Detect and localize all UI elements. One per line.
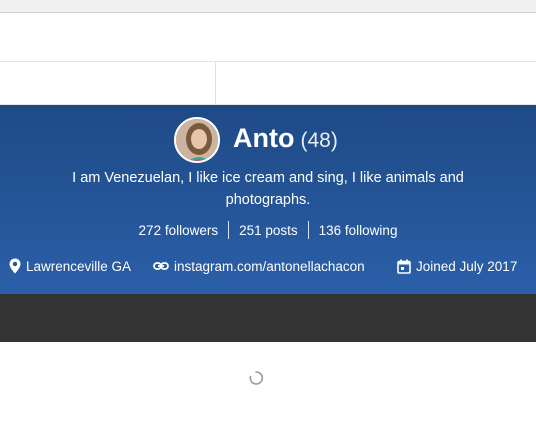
joined-item: Joined July 2017 <box>397 259 517 274</box>
profile-count: (48) <box>300 129 338 152</box>
loading-spinner-icon <box>248 370 264 386</box>
profile-header: Anto (48) I am Venezuelan, I like ice cre… <box>0 105 536 294</box>
browser-top-strip <box>0 0 536 13</box>
posts-link[interactable]: 251 posts <box>229 223 308 238</box>
avatar[interactable] <box>174 117 220 163</box>
top-header-bar <box>0 13 536 62</box>
link-icon <box>153 261 169 271</box>
dark-tab-bar <box>0 294 536 342</box>
location-text: Lawrenceville GA <box>26 258 132 274</box>
link-item[interactable]: instagram.com/antonellachacon <box>153 259 365 274</box>
following-link[interactable]: 136 following <box>309 223 408 238</box>
profile-stats: 272 followers 251 posts 136 following <box>0 219 536 241</box>
nav-divider <box>215 62 216 104</box>
joined-text: Joined July 2017 <box>416 258 518 274</box>
profile-name: Anto <box>233 123 295 153</box>
profile-name-line: Anto (48) <box>233 123 338 157</box>
calendar-icon <box>397 259 411 274</box>
navigation-bar <box>0 62 536 105</box>
instagram-link[interactable]: instagram.com/antonellachacon <box>174 259 365 274</box>
followers-link[interactable]: 272 followers <box>129 223 229 238</box>
map-pin-icon <box>9 258 21 274</box>
profile-bio: I am Venezuelan, I like ice cream and si… <box>72 170 464 208</box>
profile-meta: Lawrenceville GA instagram.com/antonella… <box>0 255 536 277</box>
location-item: Lawrenceville GA <box>9 258 131 274</box>
